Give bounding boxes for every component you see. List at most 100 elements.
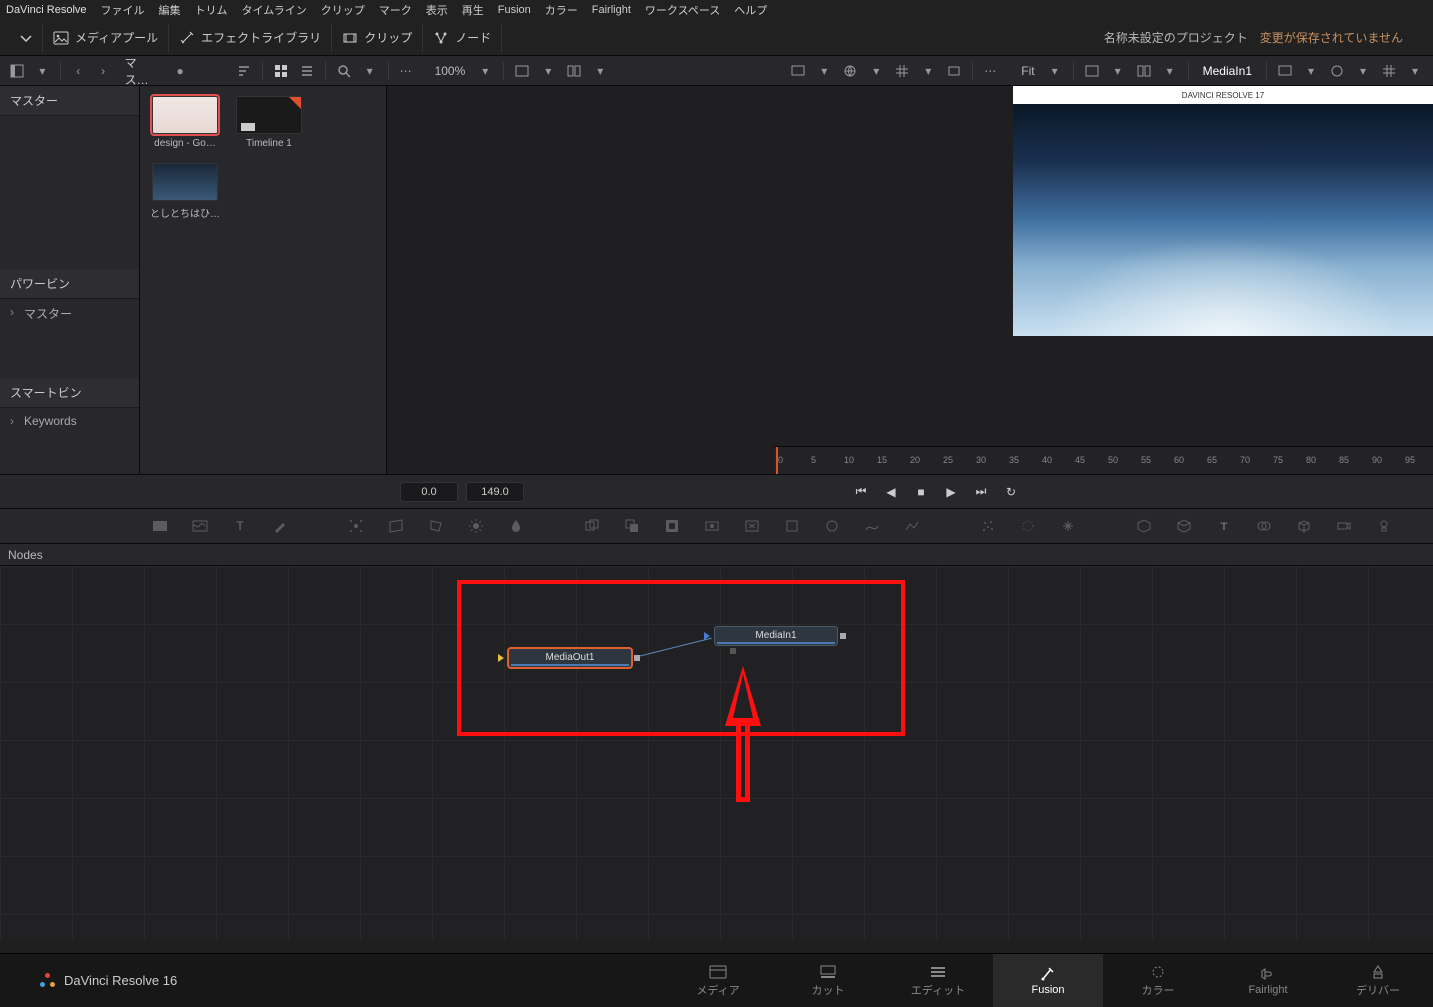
fastnoise-tool-icon[interactable] [190,516,210,536]
menu-mark[interactable]: マーク [379,2,412,18]
page-edit[interactable]: エディット [883,954,993,1007]
tracker-tool-icon[interactable] [346,516,366,536]
particles-2-icon[interactable] [1018,516,1038,536]
clip-thumbnail[interactable] [236,96,302,134]
chevron-down-icon[interactable]: ▾ [590,61,610,81]
menu-view[interactable]: 表示 [426,2,448,18]
matte-tool-icon[interactable] [662,516,682,536]
mask-rect-tool-icon[interactable] [582,516,602,536]
chevron-down-icon[interactable]: ▾ [1301,61,1321,81]
fxlib-toggle[interactable]: エフェクトライブラリ [169,24,332,52]
menu-fusion[interactable]: Fusion [498,4,531,16]
sort-icon[interactable] [234,61,254,81]
clip-thumbnail[interactable] [152,163,218,201]
menu-workspace[interactable]: ワークスペース [645,2,720,18]
cornerpin-tool-icon[interactable] [426,516,446,536]
menu-clip[interactable]: クリップ [321,2,365,18]
grid-icon[interactable] [892,61,912,81]
3d-text-icon[interactable]: T [1214,516,1234,536]
sidebar-item-keywords[interactable]: Keywords [0,408,139,434]
channel-tool-icon[interactable] [702,516,722,536]
page-media[interactable]: メディア [663,954,773,1007]
clip-item[interactable]: としとちはひを … [150,163,220,220]
list-view-icon[interactable] [297,61,317,81]
search-icon[interactable] [334,61,354,81]
paint-tool-icon[interactable] [270,516,290,536]
menu-app[interactable]: DaVinci Resolve [6,4,87,16]
sidebar-section-master[interactable]: マスター [0,86,139,116]
timecode-start[interactable]: 0.0 [400,482,458,502]
chevron-down-icon[interactable]: ▾ [814,61,834,81]
node-mediain1[interactable]: MediaIn1 [714,626,838,646]
sidebar-item-master[interactable]: マスター [0,299,139,328]
dropdown-toggle[interactable] [10,24,43,52]
menu-color[interactable]: カラー [545,2,578,18]
particles-1-icon[interactable] [978,516,998,536]
grid-icon[interactable] [1379,61,1399,81]
node-editor[interactable]: MediaOut1 MediaIn1 [0,566,1433,940]
more-icon[interactable]: ⋯ [397,61,417,81]
step-back-icon[interactable]: ◀ [882,483,900,501]
page-color[interactable]: カラー [1103,954,1213,1007]
node-output-port[interactable] [634,655,640,661]
chevron-down-icon[interactable]: ▾ [1160,61,1180,81]
chevron-down-icon[interactable]: ▾ [866,61,886,81]
time-ruler[interactable]: 0510152025303540455055606570758085909510… [774,446,1433,474]
screen-icon[interactable] [788,61,808,81]
panel-layout-icon[interactable] [8,61,27,81]
clip-item[interactable]: Timeline 1 [234,96,304,149]
media-pool[interactable]: design - Go… Timeline 1 としとちはひを … [140,86,387,474]
menu-fairlight[interactable]: Fairlight [592,4,631,16]
blur-tool-icon[interactable] [506,516,526,536]
layout-icon[interactable] [512,61,532,81]
clips-toggle[interactable]: クリップ [332,24,423,52]
globe-icon[interactable] [1327,61,1347,81]
clip-thumbnail[interactable] [152,96,218,134]
spline-tool-icon[interactable] [862,516,882,536]
text-tool-icon[interactable]: T [230,516,250,536]
3d-camera-icon[interactable] [1334,516,1354,536]
polyline-tool-icon[interactable] [902,516,922,536]
brightness-tool-icon[interactable] [466,516,486,536]
go-last-icon[interactable]: ⏭ [972,483,990,501]
resize-tool-icon[interactable] [742,516,762,536]
chevron-down-icon[interactable]: ▾ [1405,61,1425,81]
viewer-zoom-left[interactable]: 100% [431,64,470,78]
timecode-end[interactable]: 149.0 [466,482,524,502]
loop-icon[interactable]: ↻ [1002,483,1020,501]
stop-icon[interactable]: ■ [912,483,930,501]
nav-fwd-icon[interactable]: › [94,61,113,81]
globe-icon[interactable] [840,61,860,81]
menu-trim[interactable]: トリム [195,2,228,18]
page-fusion[interactable]: Fusion [993,954,1103,1007]
clip-item[interactable]: design - Go… [150,96,220,149]
3d-image-icon[interactable] [1134,516,1154,536]
chevron-down-icon[interactable]: ▾ [1353,61,1373,81]
menu-edit[interactable]: 編集 [159,2,181,18]
ellipse-tool-icon[interactable] [822,516,842,536]
chevron-down-icon[interactable]: ▾ [918,61,938,81]
chevron-down-icon[interactable]: ▾ [1045,61,1065,81]
play-icon[interactable]: ▶ [942,483,960,501]
nodes-toggle[interactable]: ノード [423,24,502,52]
frame-icon[interactable] [944,61,964,81]
breadcrumb[interactable]: マス… [119,54,165,88]
split-icon[interactable] [564,61,584,81]
split-icon[interactable] [1134,61,1154,81]
chevron-down-icon[interactable]: ▾ [360,61,380,81]
more-icon[interactable]: ⋯ [981,61,1001,81]
3d-shape-icon[interactable] [1174,516,1194,536]
planar-tool-icon[interactable] [386,516,406,536]
sidebar-section-powerbin[interactable]: パワービン [0,269,139,299]
layout-icon[interactable] [1082,61,1102,81]
menu-playback[interactable]: 再生 [462,2,484,18]
merge-tool-icon[interactable] [622,516,642,536]
node-output-port[interactable] [840,633,846,639]
node-input-port[interactable] [498,654,504,662]
chevron-down-icon[interactable]: ▾ [475,61,495,81]
transform-tool-icon[interactable] [782,516,802,536]
screen-icon[interactable] [1275,61,1295,81]
3d-cube-icon[interactable] [1294,516,1314,536]
grid-view-icon[interactable] [271,61,291,81]
menu-file[interactable]: ファイル [101,2,145,18]
